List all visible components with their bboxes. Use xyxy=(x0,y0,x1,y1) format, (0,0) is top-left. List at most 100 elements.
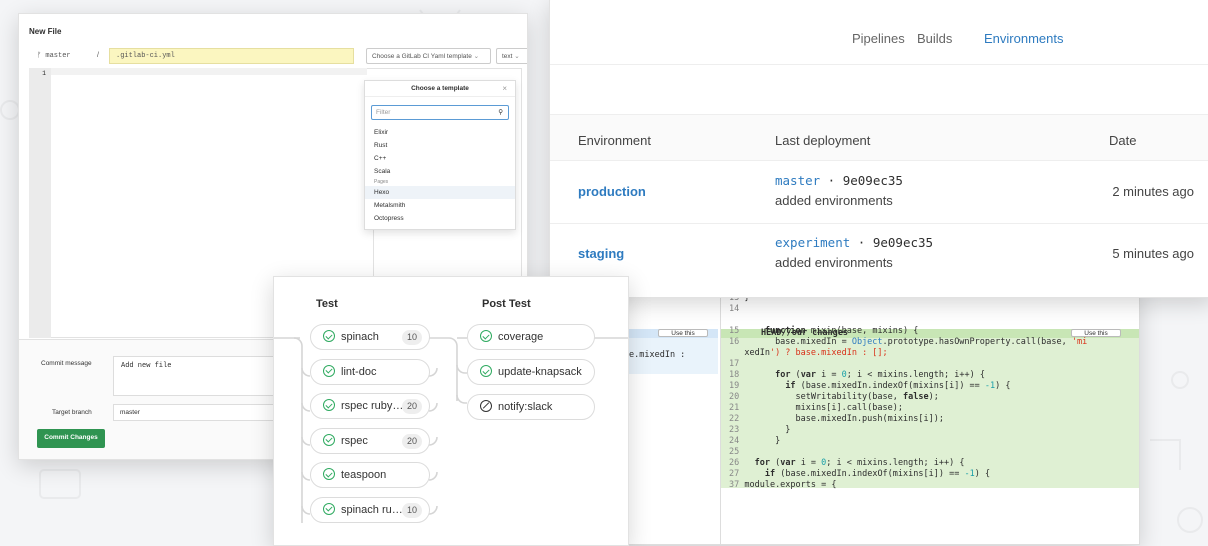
file-name-input[interactable]: .gitlab-ci.yml xyxy=(109,48,354,64)
template-item-scala[interactable]: Scala xyxy=(365,165,515,178)
job-name: teaspoon xyxy=(341,469,387,481)
line-number: 1 xyxy=(42,70,46,77)
success-status-icon xyxy=(323,399,335,412)
pipeline-job[interactable]: update-knapsack xyxy=(467,359,595,385)
file-toolbar: ᚠ master / .gitlab-ci.yml Choose a GitLa… xyxy=(29,48,527,66)
template-filter-input[interactable]: Filter ⚲ xyxy=(371,105,509,120)
success-status-icon xyxy=(323,330,335,343)
filter-placeholder: Filter xyxy=(376,109,391,116)
deployment-ref: master · 9e09ec35 xyxy=(775,173,903,188)
table-row: staging experiment · 9e09ec35 added envi… xyxy=(550,224,1208,286)
branch-link[interactable]: experiment xyxy=(775,235,850,250)
diff-line-number xyxy=(729,348,744,358)
commit-message-label: Commit message xyxy=(41,360,92,367)
job-count-badge: 10 xyxy=(401,502,422,518)
template-item-metalsmith[interactable]: Metalsmith xyxy=(365,199,515,212)
line-gutter: 1 xyxy=(29,68,51,338)
success-status-icon xyxy=(323,502,335,515)
close-icon[interactable]: × xyxy=(502,84,507,93)
environment-name-link[interactable]: staging xyxy=(578,246,624,261)
diff-line-number: 17 xyxy=(729,359,745,369)
diff-line-number: 15 xyxy=(729,326,745,336)
diff-line: 16 base.mixedIn = Object.prototype.hasOw… xyxy=(729,338,1087,347)
diff-line-code: setWritability(base, false); xyxy=(744,392,939,402)
branch-name: master xyxy=(45,52,71,60)
job-name: notify:slack xyxy=(498,401,553,413)
diff-line: 22 base.mixedIn.push(mixins[i]); xyxy=(729,415,944,424)
diff-line: 24 } xyxy=(729,437,780,446)
diff-line: 21 mixins[i].call(base); xyxy=(729,404,903,413)
deployment-ref: experiment · 9e09ec35 xyxy=(775,235,934,250)
diff-line-code: xedIn') ? base.mixedIn : []; xyxy=(744,348,888,358)
tab-builds[interactable]: Builds xyxy=(917,31,952,46)
job-name: rspec ruby… xyxy=(341,400,404,412)
pipeline-job[interactable]: lint-doc xyxy=(310,358,430,385)
environment-name-link[interactable]: production xyxy=(578,184,646,199)
tab-pipelines[interactable]: Pipelines xyxy=(852,31,905,46)
job-count-badge: 20 xyxy=(401,399,422,414)
diff-line-number: 25 xyxy=(729,447,745,457)
template-item-hexo[interactable]: Hexo xyxy=(365,186,515,199)
tab-environments[interactable]: Environments xyxy=(984,31,1063,46)
diff-line: 26 for (var i = 0; i < mixins.length; i+… xyxy=(729,459,964,468)
template-select-button[interactable]: Choose a GitLab CI Yaml template ⌄ xyxy=(366,48,491,64)
job-name: spinach ru… xyxy=(341,503,403,516)
job-name: coverage xyxy=(498,331,544,343)
commit-sha-link[interactable]: 9e09ec35 xyxy=(843,173,903,188)
diff-line-number: 14 xyxy=(729,304,745,314)
job-name: rspec xyxy=(341,434,368,447)
job-count-badge: 20 xyxy=(401,433,422,449)
diff-line-number: 23 xyxy=(729,425,745,435)
diff-line: 23 } xyxy=(729,426,790,435)
diff-line: 17 xyxy=(729,360,744,369)
commit-message: added environments xyxy=(775,255,893,270)
pipeline-job[interactable]: notify:slack xyxy=(467,394,595,420)
template-item-octopress[interactable]: Octopress xyxy=(365,212,515,225)
diff-line-code: base.mixedIn.push(mixins[i]); xyxy=(744,414,944,424)
diff-line-code: for (var i = 0; i < mixins.length; i++) … xyxy=(775,370,985,380)
success-status-icon xyxy=(323,468,335,481)
pipeline-job[interactable]: coverage xyxy=(467,324,595,350)
deployment-date: 5 minutes ago xyxy=(1112,246,1194,261)
search-icon: ⚲ xyxy=(498,109,503,116)
pipeline-job[interactable]: rspec ruby… 20 xyxy=(310,393,430,419)
diff-line-number: 16 xyxy=(729,337,745,347)
chevron-down-icon: ⌄ xyxy=(514,53,520,60)
pipeline-job[interactable]: teaspoon xyxy=(310,462,430,488)
commit-sha-link[interactable]: 9e09ec35 xyxy=(873,235,933,250)
pipeline-graph-panel: Test Post Test spinach 10 lint-doc rspec ru… xyxy=(273,276,629,546)
diff-line-code: if (base.mixedIn.indexOf(mixins[i]) == -… xyxy=(764,469,991,479)
diff-line-number: 27 xyxy=(729,469,745,479)
diff-line-number: 37 xyxy=(729,480,745,490)
text-mode-button[interactable]: text ⌄ xyxy=(496,48,527,64)
template-select-label: Choose a GitLab CI Yaml template xyxy=(372,53,472,60)
stage-title-test: Test xyxy=(316,298,338,310)
diff-line: 19 if (base.mixedIn.indexOf(mixins[i]) =… xyxy=(729,382,1011,391)
diff-line-code: } xyxy=(744,425,791,435)
success-status-icon xyxy=(323,364,335,377)
template-item-cpp[interactable]: C++ xyxy=(365,152,515,165)
header-date: Date xyxy=(1109,133,1137,148)
template-item-rust[interactable]: Rust xyxy=(365,139,515,152)
template-dropdown-header: Choose a template xyxy=(365,81,515,97)
use-ours-button[interactable]: Use this xyxy=(1071,329,1121,337)
diff-line-code: if (base.mixedIn.indexOf(mixins[i]) == -… xyxy=(785,381,1011,391)
branch-link[interactable]: master xyxy=(775,173,820,188)
diff-line-code: function mixin(base, mixins) { xyxy=(764,326,919,336)
header-environment: Environment xyxy=(578,133,651,148)
template-item-elixir[interactable]: Elixir xyxy=(365,126,515,139)
branch-label[interactable]: ᚠ master xyxy=(37,52,71,60)
diff-line-code: base.mixedIn = Object.prototype.hasOwnPr… xyxy=(744,337,1088,347)
pipeline-job[interactable]: spinach ru… 10 xyxy=(310,496,430,523)
pipeline-job[interactable]: spinach 10 xyxy=(310,324,430,350)
job-name: update-knapsack xyxy=(498,366,582,378)
job-name: spinach xyxy=(341,331,379,343)
commit-changes-button[interactable]: Commit Changes xyxy=(37,429,105,448)
use-theirs-button[interactable]: Use this xyxy=(658,329,708,337)
table-row: production master · 9e09ec35 added envir… xyxy=(550,162,1208,224)
diff-line-number: 24 xyxy=(729,436,745,446)
pipeline-job[interactable]: rspec 20 xyxy=(310,427,430,454)
their-code-line: e.mixedIn : xyxy=(629,350,686,360)
deployment-date: 2 minutes ago xyxy=(1112,184,1194,199)
new-file-title: New File xyxy=(29,27,62,36)
